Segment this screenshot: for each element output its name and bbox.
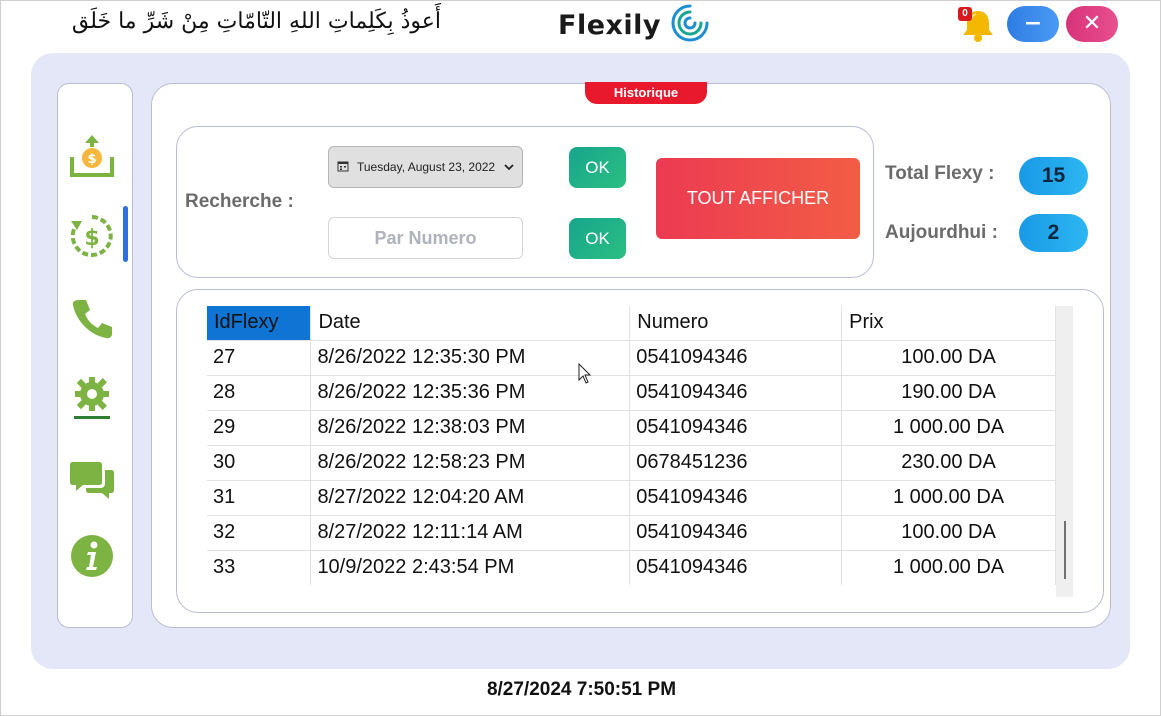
- notification-badge: 0: [958, 7, 972, 21]
- footer-datetime: 8/27/2024 7:50:51 PM: [486, 679, 677, 700]
- history-table: IdFlexy Date Numero Prix 27 8/26/2022 12:…: [207, 306, 1056, 585]
- column-header-numero[interactable]: Numero: [629, 306, 843, 340]
- cell-numero[interactable]: 0541094346: [629, 549, 843, 585]
- upload-money-icon: $: [70, 135, 114, 177]
- cell-date[interactable]: 8/27/2022 12:11:14 AM: [310, 514, 631, 550]
- sidebar-item-info[interactable]: [67, 531, 117, 581]
- cell-prix[interactable]: 1 000.00 DA: [841, 549, 1056, 585]
- notification-button[interactable]: 0: [958, 7, 998, 43]
- brand: Flexily: [558, 2, 711, 48]
- total-flexy-label: Total Flexy :: [885, 163, 995, 184]
- cell-numero[interactable]: 0541094346: [629, 339, 843, 375]
- ok-date-button[interactable]: OK: [569, 147, 626, 188]
- cell-idflexy[interactable]: 31: [207, 479, 312, 515]
- cell-date[interactable]: 8/26/2022 12:58:23 PM: [310, 444, 631, 480]
- cell-prix[interactable]: 100.00 DA: [841, 339, 1056, 375]
- cell-numero[interactable]: 0541094346: [629, 409, 843, 445]
- ok-number-button[interactable]: OK: [569, 218, 626, 259]
- svg-text:$: $: [87, 152, 96, 167]
- svg-text:$: $: [84, 226, 99, 251]
- cell-idflexy[interactable]: 28: [207, 374, 312, 410]
- cell-prix[interactable]: 100.00 DA: [841, 514, 1056, 550]
- scrollbar-thumb[interactable]: [1064, 521, 1066, 579]
- cell-idflexy[interactable]: 29: [207, 409, 312, 445]
- cell-idflexy[interactable]: 33: [207, 549, 312, 585]
- cell-prix[interactable]: 1 000.00 DA: [841, 409, 1056, 445]
- search-label: Recherche :: [185, 191, 294, 212]
- cell-date[interactable]: 8/26/2022 12:38:03 PM: [310, 409, 631, 445]
- table-row[interactable]: 31 8/27/2022 12:04:20 AM 0541094346 1 000.0…: [207, 479, 1056, 515]
- sidebar-item-recharge[interactable]: $: [67, 131, 117, 181]
- table-header-row: IdFlexy Date Numero Prix: [207, 306, 1056, 340]
- cell-idflexy[interactable]: 32: [207, 514, 312, 550]
- table-row[interactable]: 32 8/27/2022 12:11:14 AM 0541094346 100.00 …: [207, 514, 1056, 550]
- table-row[interactable]: 33 10/9/2022 2:43:54 PM 0541094346 1 000.00…: [207, 549, 1056, 585]
- info-icon: [71, 535, 113, 577]
- cell-numero[interactable]: 0678451236: [629, 444, 843, 480]
- column-header-date[interactable]: Date: [310, 306, 631, 340]
- minimize-button[interactable]: −: [1007, 6, 1059, 42]
- brand-name: Flexily: [558, 9, 662, 41]
- column-header-idflexy[interactable]: IdFlexy: [207, 306, 312, 340]
- settings-icon: [74, 377, 110, 419]
- cell-date[interactable]: 8/27/2022 12:04:20 AM: [310, 479, 631, 515]
- chevron-down-icon: [504, 160, 514, 174]
- today-value: 2: [1019, 214, 1088, 252]
- mouse-cursor-icon: [578, 363, 592, 384]
- chat-icon: [70, 462, 114, 499]
- cell-numero[interactable]: 0541094346: [629, 514, 843, 550]
- cell-prix[interactable]: 1 000.00 DA: [841, 479, 1056, 515]
- history-money-icon: $: [70, 215, 113, 257]
- close-button[interactable]: ✕: [1066, 6, 1118, 42]
- date-value: Tuesday, August 23, 2022: [357, 160, 496, 174]
- date-picker[interactable]: Tuesday, August 23, 2022: [328, 146, 523, 188]
- cell-prix[interactable]: 230.00 DA: [841, 444, 1056, 480]
- sidebar-item-settings[interactable]: [67, 373, 117, 423]
- table-row[interactable]: 28 8/26/2022 12:35:36 PM 0541094346 190.00 …: [207, 374, 1056, 410]
- cell-idflexy[interactable]: 27: [207, 339, 312, 375]
- number-search-input[interactable]: [328, 217, 523, 259]
- total-flexy-value: 15: [1019, 157, 1088, 195]
- sidebar-item-phone[interactable]: [67, 293, 117, 343]
- table-row[interactable]: 30 8/26/2022 12:58:23 PM 0678451236 230.00 …: [207, 444, 1056, 480]
- cell-prix[interactable]: 190.00 DA: [841, 374, 1056, 410]
- table-row[interactable]: 27 8/26/2022 12:35:30 PM 0541094346 100.00 …: [207, 339, 1056, 375]
- active-indicator: [123, 206, 128, 262]
- today-label: Aujourdhui :: [885, 222, 998, 243]
- cell-idflexy[interactable]: 30: [207, 444, 312, 480]
- column-header-prix[interactable]: Prix: [841, 306, 1056, 340]
- tab-historique: Historique: [585, 82, 707, 104]
- cell-date[interactable]: 10/9/2022 2:43:54 PM: [310, 549, 631, 585]
- calendar-icon: [337, 160, 349, 175]
- cell-numero[interactable]: 0541094346: [629, 374, 843, 410]
- sidebar-item-messages[interactable]: [67, 455, 117, 505]
- arabic-blessing-text: أَعوذُ بِكَلِماتِ اللهِ التّامّاتِ مِنْ …: [71, 9, 441, 34]
- phone-icon: [72, 300, 112, 339]
- sidebar-item-history[interactable]: $: [67, 211, 117, 261]
- cell-numero[interactable]: 0541094346: [629, 479, 843, 515]
- show-all-button[interactable]: TOUT AFFICHER: [656, 158, 860, 239]
- spiral-logo-icon: [669, 2, 711, 48]
- table-row[interactable]: 29 8/26/2022 12:38:03 PM 0541094346 1 000.0…: [207, 409, 1056, 445]
